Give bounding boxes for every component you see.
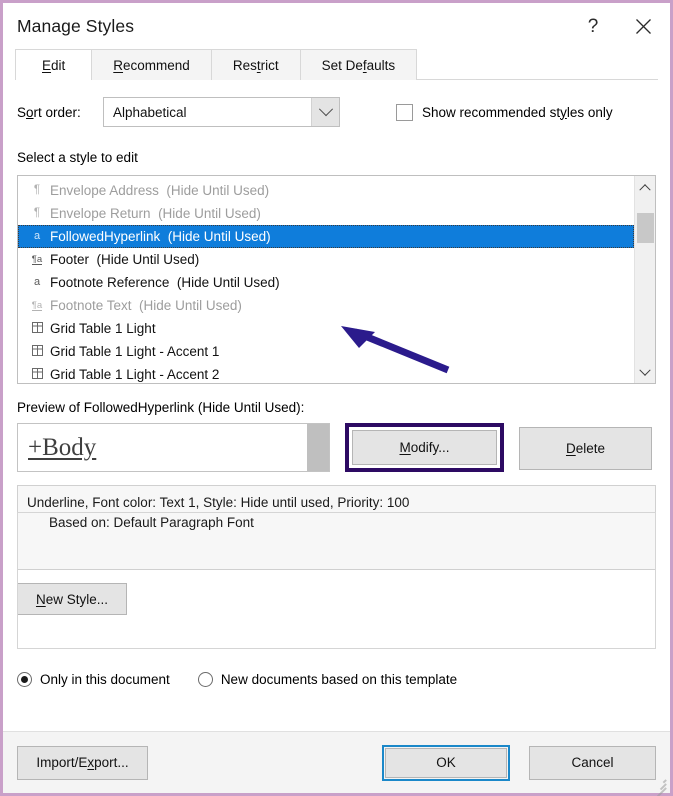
tab-set-defaults[interactable]: Set Defaults [300,49,418,80]
import-export-button-label: Import/Export... [36,755,128,770]
list-item-label: Grid Table 1 Light [50,321,156,336]
show-recommended-label: Show recommended styles only [422,105,613,120]
cancel-button[interactable]: Cancel [529,746,656,780]
style-list-items: ¶ Envelope Address (Hide Until Used) ¶ E… [18,176,634,383]
select-style-label: Select a style to edit [17,150,656,165]
description-line-2: Based on: Default Paragraph Font [27,513,646,533]
new-style-button-label: New Style... [36,592,108,607]
dialog-body: Sort order: Alphabetical Show recommende… [3,80,670,731]
scope-radio-group: Only in this document New documents base… [17,672,457,687]
character-style-icon: a [27,277,47,289]
chevron-down-glyph [318,102,332,116]
sort-order-label: Sort order: [17,105,103,120]
manage-styles-dialog: Manage Styles ? Edit Recommend Restrict … [0,0,673,796]
preview-label: Preview of FollowedHyperlink (Hide Until… [17,400,656,415]
linked-style-icon: ¶a [27,254,47,266]
chevron-down-icon[interactable] [635,362,656,383]
tab-strip: Edit Recommend Restrict Set Defaults [3,49,670,80]
scrollbar-track[interactable] [635,197,656,362]
chevron-up-icon[interactable] [635,176,656,197]
list-item-label: Footnote Text (Hide Until Used) [50,298,242,313]
list-item-label: Footnote Reference (Hide Until Used) [50,275,280,290]
radio-dot [21,676,28,683]
tab-recommend[interactable]: Recommend [91,49,212,80]
close-icon[interactable] [616,3,670,49]
table-style-icon [27,368,47,382]
list-item[interactable]: ¶ Envelope Address (Hide Until Used) [18,179,634,202]
import-export-button[interactable]: Import/Export... [17,746,148,780]
style-preview-box: +Body [17,423,330,472]
style-list-box[interactable]: ¶ Envelope Address (Hide Until Used) ¶ E… [17,175,656,384]
list-item[interactable]: Grid Table 1 Light - Accent 1 [18,340,634,363]
tab-edit[interactable]: Edit [15,49,92,80]
modify-button-label: Modify... [399,440,449,455]
radio-new-documents-label: New documents based on this template [221,672,457,687]
ok-button[interactable]: OK [385,748,507,778]
linked-style-icon: ¶a [27,300,47,312]
dialog-footer: Import/Export... OK Cancel [3,731,670,793]
paragraph-style-icon: ¶ [27,208,47,220]
list-item-label: Envelope Address (Hide Until Used) [50,183,269,198]
tab-edit-label: Edit [42,58,65,73]
scrollbar-thumb[interactable] [637,213,654,243]
list-item-label: FollowedHyperlink (Hide Until Used) [50,229,271,244]
radio-only-this-document-label: Only in this document [40,672,170,687]
help-glyph: ? [588,17,599,36]
style-description-box: Underline, Font color: Text 1, Style: Hi… [17,485,656,570]
resize-grip-icon[interactable] [653,777,666,790]
list-item[interactable]: ¶ Envelope Return (Hide Until Used) [18,202,634,225]
radio-only-this-document[interactable] [17,672,32,687]
list-item-label: Envelope Return (Hide Until Used) [50,206,261,221]
delete-button-label: Delete [566,441,605,456]
ok-button-label: OK [436,755,456,770]
tab-set-defaults-label: Set Defaults [322,58,396,73]
ok-button-focus-ring: OK [382,745,510,781]
help-icon[interactable]: ? [570,3,616,49]
modify-button-highlight: Modify... [345,423,504,472]
preview-color-swatch [307,424,329,471]
style-list-scrollbar[interactable] [634,176,655,383]
sort-order-row: Sort order: Alphabetical Show recommende… [17,97,656,127]
sort-order-value: Alphabetical [104,105,311,120]
chevron-down-glyph [639,364,650,375]
preview-sample-text: +Body [18,434,307,462]
show-recommended-checkbox[interactable] [396,104,413,121]
list-item[interactable]: ¶a Footer (Hide Until Used) [18,248,634,271]
table-style-icon [27,322,47,336]
chevron-up-glyph [639,184,650,195]
sort-order-select[interactable]: Alphabetical [103,97,340,127]
paragraph-style-icon: ¶ [27,185,47,197]
title-bar: Manage Styles ? [3,3,670,49]
list-item[interactable]: Grid Table 1 Light - Accent 2 [18,363,634,383]
show-recommended-checkbox-row[interactable]: Show recommended styles only [396,104,613,121]
delete-button[interactable]: Delete [519,427,652,470]
list-item-label: Footer (Hide Until Used) [50,252,199,267]
list-item-selected[interactable]: a FollowedHyperlink (Hide Until Used) [18,225,634,248]
tab-restrict-label: Restrict [233,58,279,73]
character-style-icon: a [27,231,47,243]
modify-button[interactable]: Modify... [352,430,497,465]
window-title: Manage Styles [17,16,134,37]
list-item[interactable]: ¶a Footnote Text (Hide Until Used) [18,294,634,317]
tab-recommend-label: Recommend [113,58,190,73]
description-line-1: Underline, Font color: Text 1, Style: Hi… [27,493,646,513]
radio-new-documents[interactable] [198,672,213,687]
preview-row: +Body Modify... Delete [17,423,656,472]
new-style-button[interactable]: New Style... [17,583,127,615]
list-item[interactable]: a Footnote Reference (Hide Until Used) [18,271,634,294]
list-item-label: Grid Table 1 Light - Accent 1 [50,344,219,359]
list-item[interactable]: Grid Table 1 Light [18,317,634,340]
chevron-down-icon[interactable] [311,98,339,126]
cancel-button-label: Cancel [571,755,613,770]
list-item-label: Grid Table 1 Light - Accent 2 [50,367,219,382]
table-style-icon [27,345,47,359]
tab-restrict[interactable]: Restrict [211,49,301,80]
